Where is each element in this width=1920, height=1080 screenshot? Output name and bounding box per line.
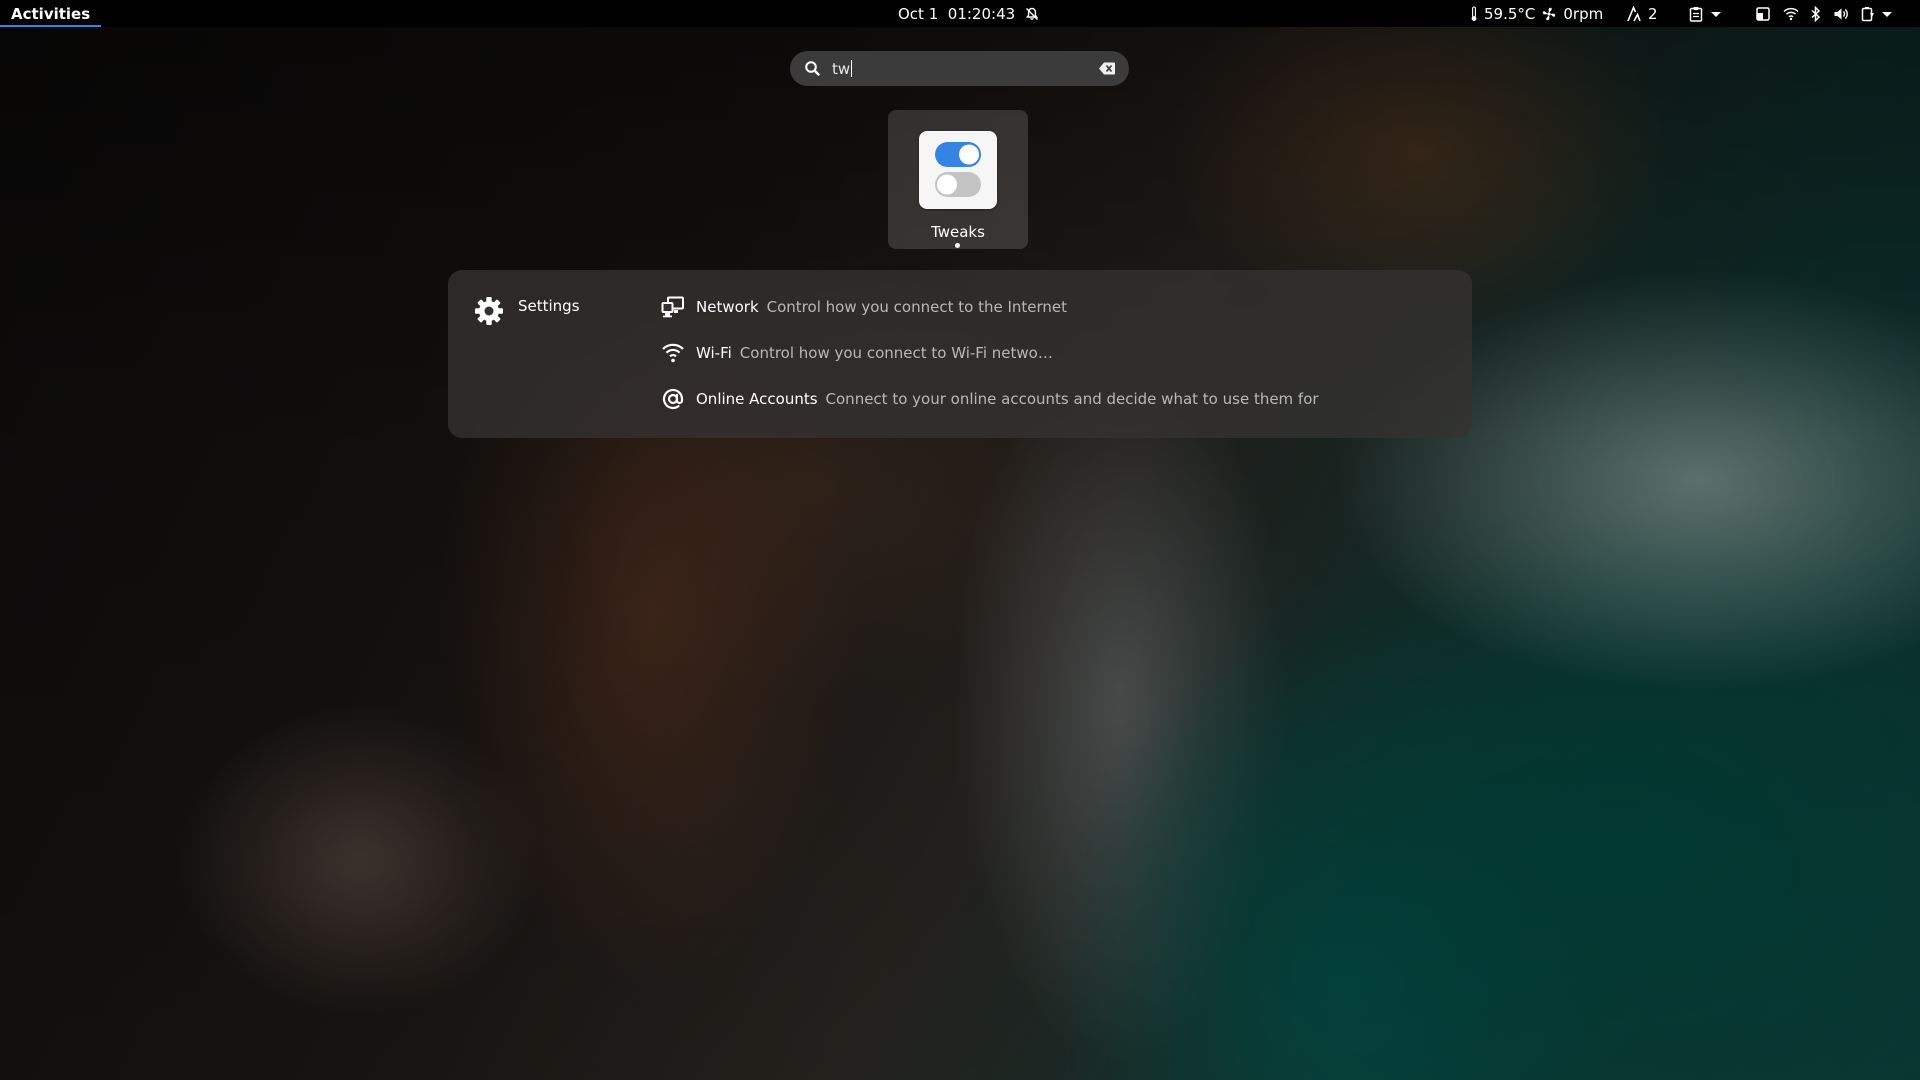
running-indicator	[955, 243, 960, 248]
provider-name: Settings	[518, 297, 580, 315]
text-caret	[851, 60, 853, 77]
battery-icon	[1861, 6, 1874, 21]
fan-icon	[1541, 6, 1557, 22]
app-name: Tweaks	[931, 223, 985, 241]
sensors-indicator[interactable]: 59.5°C 0rpm	[1470, 0, 1603, 27]
result-title: Wi-Fi	[696, 344, 732, 362]
settings-search-provider: Settings Network Control how you connect…	[448, 270, 1472, 438]
wifi-icon	[660, 340, 686, 366]
activities-button[interactable]: Activities	[0, 0, 102, 27]
fan-speed-label: 0rpm	[1563, 4, 1604, 23]
workspace-indicator[interactable]: 2	[1626, 0, 1658, 27]
chevron-down-icon	[1882, 11, 1892, 17]
clear-search-icon[interactable]	[1098, 61, 1116, 76]
result-title: Online Accounts	[696, 390, 818, 408]
clipboard-icon	[1689, 6, 1703, 22]
tweaks-app-icon	[919, 131, 997, 209]
search-entry[interactable]: tw	[790, 51, 1129, 86]
accessibility-icon	[1626, 5, 1642, 22]
result-title: Network	[696, 298, 759, 316]
clock-button[interactable]: Oct 1 01:20:43	[898, 0, 1039, 27]
top-bar: Activities Oct 1 01:20:43 59.5°C 0rpm 2	[0, 0, 1920, 27]
screen-share-icon	[1755, 6, 1771, 22]
settings-gear-icon[interactable]	[473, 295, 505, 327]
clock-label: Oct 1 01:20:43	[898, 4, 1016, 23]
power-menu	[1861, 6, 1894, 22]
activities-label: Activities	[11, 4, 91, 23]
search-result-wifi[interactable]: Wi-Fi Control how you connect to Wi-Fi n…	[660, 340, 1053, 366]
result-description: Control how you connect to the Internet	[766, 298, 1068, 316]
search-result-network[interactable]: Network Control how you connect to the I…	[660, 294, 1067, 320]
at-sign-icon	[660, 386, 686, 412]
network-icon	[660, 294, 686, 320]
search-icon	[804, 60, 821, 77]
search-query: tw	[832, 59, 851, 78]
wifi-status-icon	[1783, 7, 1799, 21]
bluetooth-icon	[1811, 5, 1821, 22]
search-input[interactable]: tw	[832, 51, 1072, 86]
workspace-count: 2	[1648, 4, 1658, 23]
notifications-muted-icon	[1025, 7, 1039, 21]
thermometer-icon	[1470, 5, 1478, 22]
temperature-label: 59.5°C	[1484, 4, 1536, 23]
search-result-online-accounts[interactable]: Online Accounts Connect to your online a…	[660, 386, 1319, 412]
app-result-tweaks[interactable]: Tweaks	[888, 110, 1028, 249]
result-description: Connect to your online accounts and deci…	[825, 390, 1319, 408]
volume-icon	[1833, 6, 1849, 22]
system-menu[interactable]	[1755, 0, 1894, 27]
clipboard-indicator[interactable]	[1689, 0, 1723, 27]
result-description: Control how you connect to Wi-Fi netwo…	[739, 344, 1053, 362]
chevron-down-icon	[1709, 9, 1723, 19]
